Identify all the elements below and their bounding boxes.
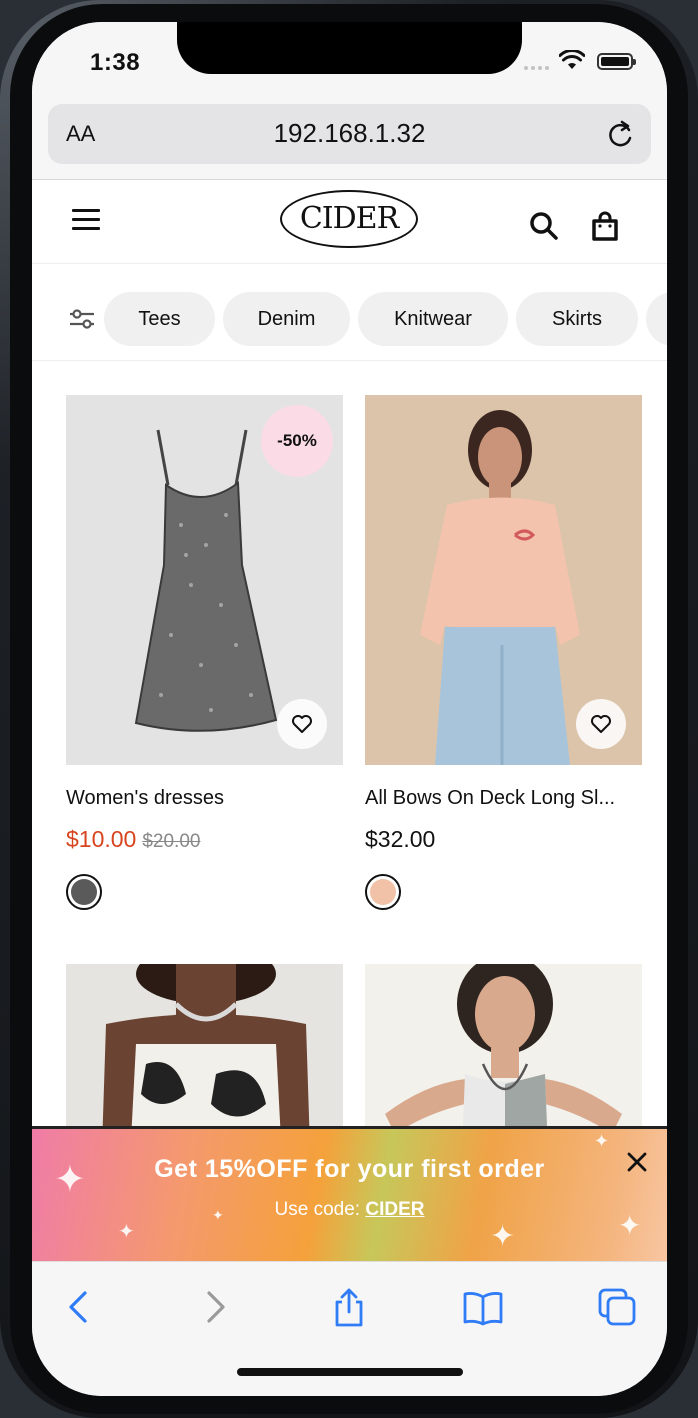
url-text[interactable]: 192.168.1.32 — [48, 118, 651, 149]
category-chip-tees[interactable]: Tees — [104, 292, 215, 346]
wishlist-button[interactable] — [277, 699, 327, 749]
category-chip-more[interactable] — [646, 292, 667, 346]
original-price: $20.00 — [142, 831, 201, 852]
close-icon[interactable] — [626, 1151, 648, 1173]
sparkle-decoration: ✦ — [594, 1131, 610, 1151]
heart-icon — [292, 715, 312, 733]
product-card[interactable]: -50% Women's dresses $10.00 $20.00 — [66, 395, 343, 910]
hamburger-menu-icon[interactable] — [72, 209, 100, 231]
wishlist-button[interactable] — [576, 699, 626, 749]
site-header: CIDER — [32, 181, 667, 264]
search-icon[interactable] — [529, 211, 559, 241]
sale-price: $10.00 — [66, 826, 137, 852]
share-icon[interactable] — [329, 1287, 369, 1327]
price: $32.00 — [365, 826, 436, 852]
promo-code[interactable]: CIDER — [365, 1199, 424, 1220]
color-swatch[interactable] — [66, 874, 102, 910]
battery-icon — [597, 53, 636, 70]
cellular-signal-icon — [524, 66, 549, 70]
browser-address-area: AA 192.168.1.32 — [32, 102, 667, 180]
promo-banner[interactable]: ✦ ✦ ✦ ✦ ✦ ✦ Get 15%OFF for your first or… — [32, 1126, 667, 1261]
home-indicator[interactable] — [237, 1368, 463, 1376]
tabs-icon[interactable] — [597, 1287, 637, 1327]
category-chips: Tees Denim Knitwear Skirts — [32, 265, 667, 361]
product-image[interactable]: -50% — [66, 395, 343, 765]
address-bar[interactable]: AA 192.168.1.32 — [48, 104, 651, 164]
shopping-bag-icon[interactable] — [590, 210, 620, 242]
category-chip-denim[interactable]: Denim — [223, 292, 350, 346]
color-swatch[interactable] — [365, 874, 401, 910]
promo-subtitle: Use code: CIDER — [32, 1199, 667, 1221]
product-image[interactable] — [365, 395, 642, 765]
wifi-icon — [559, 50, 585, 69]
heart-icon — [591, 715, 611, 733]
promo-title: Get 15%OFF for your first order — [154, 1155, 545, 1183]
forward-icon[interactable] — [195, 1287, 235, 1327]
bookmarks-icon[interactable] — [463, 1287, 503, 1327]
price-row: $32.00 — [365, 826, 642, 856]
filter-icon[interactable] — [68, 307, 96, 331]
product-title[interactable]: All Bows On Deck Long Sl... — [365, 787, 642, 810]
sparkle-decoration: ✦ — [490, 1220, 516, 1253]
product-title[interactable]: Women's dresses — [66, 787, 343, 810]
category-chip-knitwear[interactable]: Knitwear — [358, 292, 508, 346]
back-icon[interactable] — [59, 1287, 99, 1327]
status-time: 1:38 — [90, 49, 141, 76]
promo-code-label: Use code: — [274, 1199, 361, 1220]
sparkle-decoration: ✦ — [118, 1221, 135, 1243]
phone-screen: 1:38 AA 192.168.1.32 CIDER Tees Denim Kn… — [32, 22, 667, 1396]
notch — [177, 22, 522, 74]
reload-icon[interactable] — [607, 119, 635, 149]
price-row: $10.00 $20.00 — [66, 826, 343, 856]
site-logo[interactable]: CIDER — [280, 190, 418, 248]
product-card[interactable]: All Bows On Deck Long Sl... $32.00 — [365, 395, 642, 910]
discount-badge: -50% — [261, 405, 333, 477]
category-chip-skirts[interactable]: Skirts — [516, 292, 638, 346]
